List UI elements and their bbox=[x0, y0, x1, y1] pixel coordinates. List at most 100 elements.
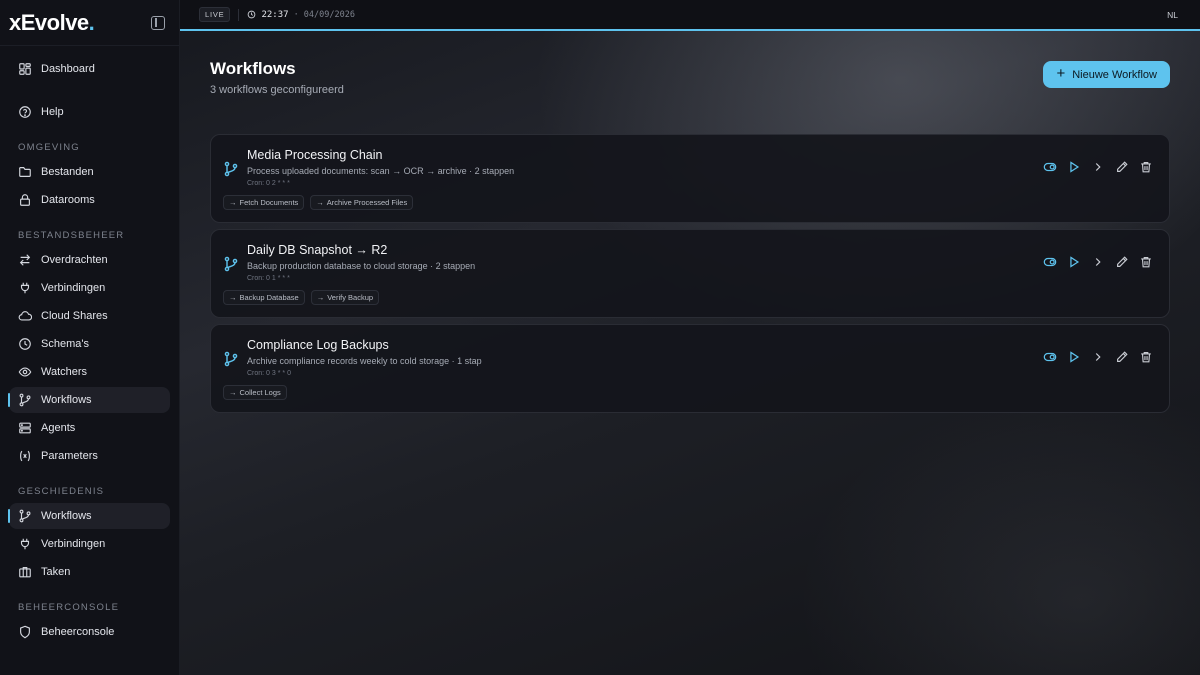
section-label-beheerconsole: BEHEERCONSOLE bbox=[18, 601, 120, 613]
workflow-card[interactable]: Daily DB Snapshot → R2 Backup production… bbox=[210, 229, 1170, 318]
brand-bar: xEvolve. bbox=[0, 0, 179, 46]
eye-icon bbox=[18, 367, 32, 377]
workflow-description: Backup production database to cloud stor… bbox=[247, 261, 476, 271]
sidebar-item-label: Workflows bbox=[41, 510, 92, 522]
new-workflow-button[interactable]: + Nieuwe Workflow bbox=[1043, 61, 1170, 88]
step-chip: → Collect Logs bbox=[223, 385, 287, 400]
cloud-icon bbox=[18, 311, 32, 321]
sidebar-item-bestanden[interactable]: Bestanden bbox=[9, 159, 170, 185]
plug-icon bbox=[20, 282, 30, 294]
chevron-right-icon[interactable] bbox=[1091, 350, 1105, 364]
sidebar-item-label: Agents bbox=[41, 422, 76, 434]
sidebar-item-label: Datarooms bbox=[41, 194, 95, 206]
plug-icon bbox=[20, 538, 30, 550]
clock: 22:37 · 04/09/2026 bbox=[247, 10, 355, 20]
sidebar-item-label: Taken bbox=[41, 566, 71, 578]
sidebar-item-history-workflows[interactable]: Workflows bbox=[8, 503, 170, 529]
arrow-right-icon: → bbox=[229, 198, 237, 207]
app-logo[interactable]: xEvolve. bbox=[9, 10, 95, 36]
edit-icon[interactable] bbox=[1115, 350, 1129, 364]
sidebar-item-parameters[interactable]: Parameters bbox=[9, 443, 170, 469]
chevron-right-icon[interactable] bbox=[1091, 160, 1105, 174]
clock-icon bbox=[19, 338, 31, 350]
sidebar-item-dashboard[interactable]: Dashboard bbox=[9, 56, 170, 82]
main-content: LIVE 22:37 · 04/09/2026 NL Workflows 3 w… bbox=[180, 0, 1200, 675]
sidebar-item-beheerconsole[interactable]: Beheerconsole bbox=[9, 619, 170, 645]
step-label: Collect Logs bbox=[239, 388, 281, 397]
chevron-right-icon[interactable] bbox=[1091, 255, 1105, 269]
step-label: Backup Database bbox=[239, 293, 299, 302]
dashboard-icon bbox=[19, 63, 31, 75]
lock-icon bbox=[20, 194, 30, 206]
section-label-bestandsbeheer: BESTANDSBEHEER bbox=[18, 229, 125, 241]
page-header: Workflows 3 workflows geconfigureerd + N… bbox=[210, 58, 1170, 134]
step-chip: → Fetch Documents bbox=[223, 195, 305, 210]
sidebar-item-label: Overdrachten bbox=[41, 254, 108, 266]
sidebar-item-workflows[interactable]: Workflows bbox=[8, 387, 170, 413]
plus-icon: + bbox=[1056, 65, 1066, 82]
workflow-description: Process uploaded documents: scan → OCR →… bbox=[247, 166, 515, 176]
sidebar-item-history-verbindingen[interactable]: Verbindingen bbox=[9, 531, 170, 557]
toggle-enabled-icon[interactable] bbox=[1043, 350, 1057, 364]
sidebar-item-overdrachten[interactable]: Overdrachten bbox=[9, 247, 170, 273]
page-subtitle: 3 workflows geconfigureerd bbox=[210, 84, 344, 96]
step-label: Verify Backup bbox=[327, 293, 374, 302]
toggle-enabled-icon[interactable] bbox=[1043, 160, 1057, 174]
workflow-description: Archive compliance records weekly to col… bbox=[247, 356, 482, 366]
step-chip: → Backup Database bbox=[223, 290, 305, 305]
delete-icon[interactable] bbox=[1139, 350, 1153, 364]
workflow-icon bbox=[224, 351, 238, 367]
workflow-cron: Cron: 0 2 * * * bbox=[247, 180, 290, 187]
workflow-card[interactable]: Media Processing Chain Process uploaded … bbox=[210, 134, 1170, 223]
sidebar-item-verbindingen[interactable]: Verbindingen bbox=[9, 275, 170, 301]
run-icon[interactable] bbox=[1067, 350, 1081, 364]
sidebar-item-label: Watchers bbox=[41, 366, 88, 378]
variable-icon bbox=[20, 450, 30, 462]
transfer-icon bbox=[19, 254, 31, 266]
sidebar-item-label: Beheerconsole bbox=[41, 626, 115, 638]
arrow-right-icon: → bbox=[229, 293, 237, 302]
briefcase-icon bbox=[19, 567, 31, 578]
workflow-actions bbox=[1043, 350, 1153, 364]
sidebar-item-label: Bestanden bbox=[41, 166, 94, 178]
step-chip: → Verify Backup bbox=[310, 290, 380, 305]
toggle-enabled-icon[interactable] bbox=[1043, 255, 1057, 269]
sidebar-item-label: Cloud Shares bbox=[41, 310, 108, 322]
arrow-right-icon: → bbox=[229, 388, 237, 397]
folder-icon bbox=[19, 167, 31, 177]
clock-time: 22:37 bbox=[261, 9, 289, 20]
language-switch[interactable]: NL bbox=[1167, 10, 1178, 20]
workflows-page: Workflows 3 workflows geconfigureerd + N… bbox=[180, 31, 1200, 413]
edit-icon[interactable] bbox=[1115, 160, 1129, 174]
delete-icon[interactable] bbox=[1139, 255, 1153, 269]
workflow-card[interactable]: Compliance Log Backups Archive complianc… bbox=[210, 324, 1170, 413]
sidebar-item-datarooms[interactable]: Datarooms bbox=[9, 187, 170, 213]
sidebar-item-label: Verbindingen bbox=[41, 282, 106, 294]
run-icon[interactable] bbox=[1067, 160, 1081, 174]
sidebar-item-label: Workflows bbox=[41, 394, 92, 406]
sidebar-item-label: Dashboard bbox=[41, 63, 95, 75]
step-label: Fetch Documents bbox=[239, 198, 299, 207]
sidebar-item-taken[interactable]: Taken bbox=[9, 559, 170, 585]
workflow-actions bbox=[1043, 255, 1153, 269]
workflow-icon bbox=[224, 161, 238, 177]
arrow-right-icon: → bbox=[316, 198, 324, 207]
divider bbox=[238, 8, 240, 21]
sidebar-item-agents[interactable]: Agents bbox=[9, 415, 170, 441]
run-icon[interactable] bbox=[1067, 255, 1081, 269]
edit-icon[interactable] bbox=[1115, 255, 1129, 269]
step-chip: → Archive Processed Files bbox=[310, 195, 414, 210]
shield-icon bbox=[20, 625, 30, 639]
sidebar-item-schemas[interactable]: Schema's bbox=[9, 331, 170, 357]
workflow-steps: → Collect Logs bbox=[223, 385, 1155, 400]
delete-icon[interactable] bbox=[1139, 160, 1153, 174]
workflow-icon bbox=[224, 256, 238, 272]
sidebar: xEvolve. Dashboard Help OMGEVING Bestand… bbox=[0, 0, 180, 675]
sidebar-item-help[interactable]: Help bbox=[9, 99, 170, 125]
section-label-geschiedenis: GESCHIEDENIS bbox=[18, 485, 105, 497]
sidebar-item-watchers[interactable]: Watchers bbox=[9, 359, 170, 385]
arrow-right-icon: → bbox=[316, 293, 325, 302]
sidebar-collapse-icon[interactable] bbox=[151, 15, 165, 30]
sidebar-item-cloud-shares[interactable]: Cloud Shares bbox=[9, 303, 170, 329]
workflow-icon bbox=[19, 393, 31, 407]
